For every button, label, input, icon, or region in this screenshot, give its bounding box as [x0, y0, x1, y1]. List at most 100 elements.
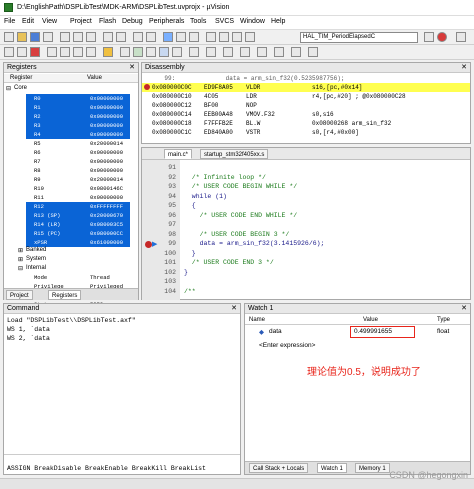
bookmark-icon[interactable] — [163, 32, 173, 42]
disassembly-row[interactable]: 0x080000C10 4C05 LDR r4,[pc,#20] ; @0x08000… — [142, 92, 470, 101]
register-row[interactable]: R1 0x00000000 — [4, 103, 138, 112]
serial-window-icon[interactable] — [223, 47, 233, 57]
register-row[interactable]: R4 0x00000000 — [4, 130, 138, 139]
step-over-icon[interactable] — [60, 47, 70, 57]
menu-window[interactable]: Window — [240, 18, 265, 25]
menu-flash[interactable]: Flash — [99, 18, 116, 25]
step-out-icon[interactable] — [73, 47, 83, 57]
code-line[interactable]: 96 /* USER CODE END WHILE */ — [142, 212, 470, 221]
unindent-icon[interactable] — [219, 32, 229, 42]
col-register[interactable]: Register — [10, 75, 32, 81]
register-row[interactable]: R9 0x20000014 — [4, 175, 138, 184]
watch-window-icon[interactable] — [189, 47, 199, 57]
command-window-icon[interactable] — [120, 47, 130, 57]
menu-file[interactable]: File — [4, 18, 15, 25]
redo-icon[interactable] — [116, 32, 126, 42]
col-value[interactable]: Value — [87, 75, 102, 81]
banked-expander-icon[interactable]: ⊞ — [18, 247, 23, 254]
disassembly-row[interactable]: 0x080000C1C ED840A00 VSTR s0,[r4,#0x00] — [142, 128, 470, 137]
menu-edit[interactable]: Edit — [22, 18, 34, 25]
comment-icon[interactable] — [232, 32, 242, 42]
debug-settings-icon[interactable] — [308, 47, 318, 57]
code-line[interactable]: 103 — [142, 278, 470, 287]
disassembly-row[interactable]: 0x080000C0C ED9F8A05 VLDR s16,[pc,#0x14] — [142, 83, 470, 92]
registers-close-icon[interactable]: ✕ — [129, 63, 135, 71]
register-row[interactable]: R11 0x00000000 — [4, 193, 138, 202]
tab-startup[interactable]: startup_stm32f405xx.s — [200, 149, 269, 159]
register-row[interactable]: R2 0x00000000 — [4, 112, 138, 121]
bookmark-next-icon[interactable] — [189, 32, 199, 42]
register-row[interactable]: R6 0x00000000 — [4, 148, 138, 157]
nav-back-icon[interactable] — [133, 32, 143, 42]
tab-registers[interactable]: Registers — [48, 290, 82, 300]
open-icon[interactable] — [17, 32, 27, 42]
disassembly-window-icon[interactable] — [133, 47, 143, 57]
show-next-statement-icon[interactable] — [103, 47, 113, 57]
register-row[interactable]: R12 0xFFFFFFFF — [4, 202, 138, 211]
code-line[interactable]: 92 /* Infinite loop */ — [142, 174, 470, 183]
disassembly-row[interactable]: 0x080000C12 BF00 NOP — [142, 101, 470, 110]
symbols-window-icon[interactable] — [146, 47, 156, 57]
code-line[interactable]: 100 } — [142, 250, 470, 259]
function-combo[interactable]: HAL_TIM_PeriodElapsedC — [300, 32, 418, 43]
register-row[interactable]: R7 0x00000000 — [4, 157, 138, 166]
watch-col-type[interactable]: Type — [437, 317, 450, 323]
tab-memory-1[interactable]: Memory 1 — [355, 463, 390, 473]
menu-debug[interactable]: Debug — [122, 18, 143, 25]
undo-icon[interactable] — [103, 32, 113, 42]
menu-peripherals[interactable]: Peripherals — [149, 18, 184, 25]
code-line[interactable]: 91 — [142, 164, 470, 173]
register-row[interactable]: R8 0x00000000 — [4, 166, 138, 175]
menu-view[interactable]: View — [42, 18, 57, 25]
tab-watch-1[interactable]: Watch 1 — [317, 463, 347, 473]
reset-icon[interactable] — [4, 47, 14, 57]
watch-close-icon[interactable]: ✕ — [461, 304, 467, 312]
cut-icon[interactable] — [60, 32, 70, 42]
code-line[interactable]: 97 — [142, 221, 470, 230]
analysis-window-icon[interactable] — [240, 47, 250, 57]
breakpoint-icon[interactable] — [145, 241, 152, 248]
internal-expander-icon[interactable]: ⊟ — [18, 265, 23, 272]
watch-row[interactable]: ◆ data 0.499991655 float — [245, 326, 470, 338]
nav-forward-icon[interactable] — [146, 32, 156, 42]
code-line[interactable]: 104 /** — [142, 288, 470, 297]
register-row[interactable]: xPSR 0x61000000 — [4, 238, 138, 247]
indent-icon[interactable] — [206, 32, 216, 42]
call-stack-icon[interactable] — [172, 47, 182, 57]
core-expander-icon[interactable]: ⊟ — [6, 85, 11, 92]
register-row[interactable]: R14 (LR) 0x080003C5 — [4, 220, 138, 229]
disassembly-close-icon[interactable]: ✕ — [461, 63, 467, 71]
paste-icon[interactable] — [86, 32, 96, 42]
stop-icon[interactable] — [30, 47, 40, 57]
system-viewer-icon[interactable] — [274, 47, 284, 57]
code-line[interactable]: 102} — [142, 269, 470, 278]
register-row[interactable]: R13 (SP) 0x20000670 — [4, 211, 138, 220]
register-row[interactable]: R15 (PC) 0x080000CC — [4, 229, 138, 238]
menu-help[interactable]: Help — [271, 18, 285, 25]
options-icon[interactable] — [456, 32, 466, 42]
menu-project[interactable]: Project — [70, 18, 92, 25]
system-expander-icon[interactable]: ⊞ — [18, 256, 23, 263]
code-line[interactable]: 93 /* USER CODE BEGIN WHILE */ — [142, 183, 470, 192]
save-icon[interactable] — [30, 32, 40, 42]
code-line[interactable]: 101 /* USER CODE END 3 */ — [142, 259, 470, 268]
find-icon[interactable] — [424, 32, 434, 42]
register-row[interactable]: R0 0x00000000 — [4, 94, 138, 103]
watch-col-value[interactable]: Value — [363, 317, 378, 323]
code-line[interactable]: 95 { — [142, 202, 470, 211]
step-into-icon[interactable] — [47, 47, 57, 57]
watch-col-name[interactable]: Name — [249, 317, 265, 323]
run-icon[interactable] — [17, 47, 27, 57]
code-line[interactable]: ▶ 99 data = arm_sin_f32(3.1415926/6); — [142, 240, 470, 249]
run-to-cursor-icon[interactable] — [86, 47, 96, 57]
trace-window-icon[interactable] — [257, 47, 267, 57]
code-line[interactable]: 94 while (1) — [142, 193, 470, 202]
disassembly-row[interactable]: 0x080000C18 F7FFFB2E BL.W 0x08000268 arm_si… — [142, 119, 470, 128]
register-row[interactable]: R5 0x20000014 — [4, 139, 138, 148]
tab-project[interactable]: Project — [6, 290, 33, 300]
bookmark-prev-icon[interactable] — [176, 32, 186, 42]
watch-enter-expression[interactable]: <Enter expression> — [259, 342, 315, 349]
disassembly-row[interactable]: 0x080000C14 EEB00A48 VMOV.F32 s0,s16 — [142, 110, 470, 119]
register-row[interactable]: R3 0x00000000 — [4, 121, 138, 130]
command-input[interactable] — [4, 454, 240, 464]
